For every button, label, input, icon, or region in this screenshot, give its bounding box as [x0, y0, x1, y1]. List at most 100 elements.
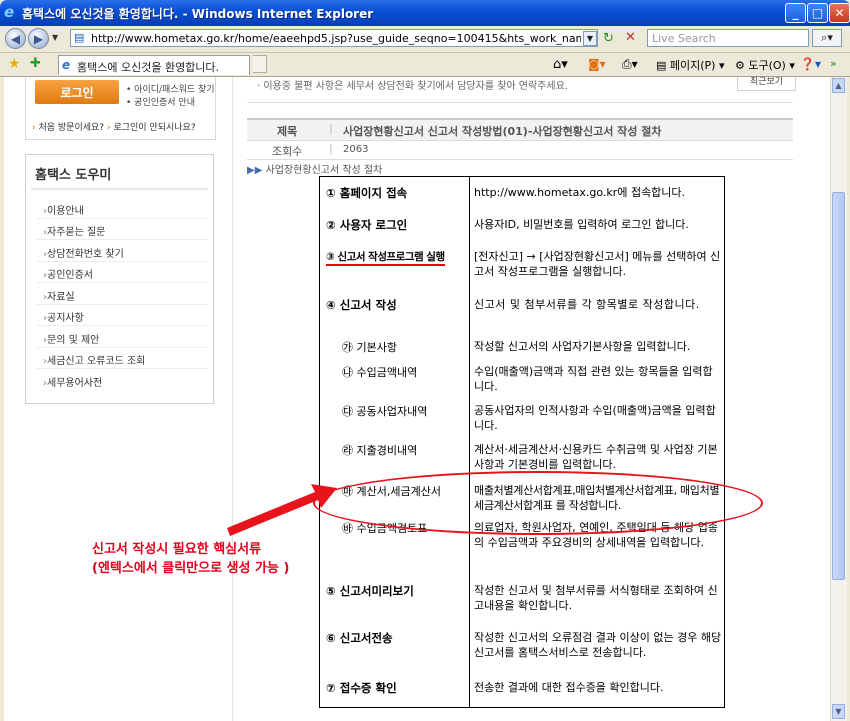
page-icon: ▤: [74, 31, 85, 44]
highlight-oval: [313, 471, 763, 535]
find-id-link[interactable]: • 아이디/패스워드 찾기: [126, 82, 215, 95]
substep-d-label: ㉱ 지출경비내역: [342, 444, 418, 457]
gear-icon: ⚙: [735, 59, 749, 72]
research-icon[interactable]: »: [830, 57, 837, 70]
tools-menu[interactable]: ⚙ 도구(O) ▾: [735, 57, 795, 73]
print-icon[interactable]: ⎙▾: [622, 57, 638, 72]
search-placeholder: Live Search: [652, 32, 716, 45]
substep-c-desc: 공동사업자의 인적사항과 수입(매출액)금액을 입력합니다.: [474, 404, 716, 432]
substep-b-desc: 수입(매출액)금액과 직접 관련 있는 항목들을 입력합니다.: [474, 365, 713, 393]
divider: [36, 261, 208, 262]
nav-notice[interactable]: 공지사항: [43, 309, 84, 324]
forward-arrow-icon[interactable]: ▶: [28, 28, 49, 49]
arrow-icon: ›: [106, 123, 111, 133]
substep-b-label: ㉯ 수입금액내역: [342, 366, 418, 379]
substep-a-desc: 작성할 신고서의 사업자기본사항을 입력합니다.: [474, 340, 691, 353]
step-6-desc: 작성한 신고서의 오류점검 결과 이상이 없는 경우 해당 신고서를 홈택스서비…: [474, 631, 722, 659]
post-title: 사업장현황신고서 신고서 작성방법(01)-사업장현황신고서 작성 절차: [343, 125, 662, 138]
scroll-up-icon[interactable]: ▲: [832, 78, 845, 93]
step-6-label: ⑥ 신고서전송: [326, 631, 393, 645]
divider: [36, 239, 208, 240]
divider: [31, 188, 208, 190]
divider: [36, 304, 208, 305]
step-3-label: ③ 신고서 작성프로그램 실행: [326, 249, 445, 266]
recent-view-button[interactable]: 최근보기: [737, 77, 796, 91]
address-dropdown-icon[interactable]: ▼: [583, 31, 597, 46]
help-icon[interactable]: ❓▾: [800, 57, 821, 71]
nav-library[interactable]: 자료실: [43, 288, 75, 303]
add-favorite-icon[interactable]: ✚: [30, 56, 41, 71]
separator: |: [329, 142, 333, 155]
view-count-row: 조회수 | 2063: [247, 141, 793, 160]
substep-d-desc: 계산서·세금계산서·신용카드 수취금액 및 사업장 기본사항과 기본경비를 입력…: [474, 443, 718, 471]
separator: |: [329, 122, 333, 135]
nav-phone-lookup[interactable]: 상담전화번호 찾기: [43, 245, 124, 260]
nav-certificate[interactable]: 공인인증서: [43, 266, 93, 281]
nav-glossary[interactable]: 세무용어사전: [43, 374, 102, 389]
annotation-line-2: (엔텍스에서 클릭만으로 생성 가능 ): [92, 561, 290, 576]
step-2-desc: 사용자ID, 비밀번호를 입력하여 로그인 합니다.: [474, 218, 689, 231]
certificate-guide-link[interactable]: • 공인인증서 안내: [126, 95, 195, 108]
step-7-label: ⑦ 접수증 확인: [326, 681, 397, 695]
tab-ie-icon: e: [62, 58, 71, 72]
page-menu[interactable]: ▤ 페이지(P) ▾: [656, 57, 725, 73]
address-bar[interactable]: ▤ http://www.hometax.go.kr/home/eaeehpd5…: [70, 29, 598, 47]
nav-inquiry[interactable]: 문의 및 제안: [43, 331, 99, 346]
scrollbar-thumb[interactable]: [832, 192, 845, 580]
feeds-icon[interactable]: ◙▾: [588, 57, 606, 71]
history-dropdown-icon[interactable]: ▼: [52, 33, 58, 42]
step-2-label: ② 사용자 로그인: [326, 218, 408, 232]
login-button[interactable]: 로그인: [35, 80, 119, 104]
red-arrow-icon: [227, 484, 337, 536]
help-menu-title: 홈택스 도우미: [35, 168, 112, 183]
maximize-button[interactable]: □: [807, 3, 828, 23]
refresh-icon[interactable]: ↻: [603, 31, 614, 46]
window-title-bar[interactable]: e 홈택스에 오신것을 환영합니다. - Windows Internet Ex…: [0, 0, 850, 26]
login-fail-link[interactable]: 로그인이 안되시나요?: [113, 123, 195, 133]
notice-text: · 이용중 불편 사항은 세무서 상담전화 찾기에서 담당자를 찾아 연락주세요…: [257, 81, 568, 92]
substep-c-label: ㉰ 공동사업자내역: [342, 405, 428, 418]
step-5-label: ⑤ 신고서미리보기: [326, 584, 414, 598]
tab-label: 홈택스에 오신것을 환영합니다.: [77, 61, 220, 74]
divider: [247, 118, 793, 120]
home-icon[interactable]: ⌂▾: [553, 57, 568, 72]
step-5-desc: 작성한 신고서 및 첨부서류를 서식형태로 조회하여 신고내용을 확인합니다.: [474, 584, 718, 612]
address-url: http://www.hometax.go.kr/home/eaeehpd5.j…: [91, 32, 581, 45]
close-button[interactable]: ✕: [829, 3, 850, 23]
divider: [36, 347, 208, 348]
nav-usage-guide[interactable]: 이용안내: [43, 202, 84, 217]
post-title-row: 제목 | 사업장현황신고서 신고서 작성방법(01)-사업장현황신고서 작성 절…: [247, 120, 793, 141]
browser-tab[interactable]: e 홈택스에 오신것을 환영합니다.: [58, 55, 250, 75]
login-label: 로그인: [60, 86, 94, 100]
ie-logo-icon: e: [4, 3, 15, 21]
divider: [247, 102, 793, 103]
favorites-star-icon[interactable]: ★: [8, 56, 21, 72]
minimize-button[interactable]: _: [785, 3, 806, 23]
step-4-label: ④ 신고서 작성: [326, 298, 397, 312]
step-1-label: ① 홈페이지 접속: [326, 186, 408, 200]
nav-faq[interactable]: 자주묻는 질문: [43, 223, 105, 238]
step-1-desc: http://www.hometax.go.kr에 접속합니다.: [474, 186, 686, 199]
search-icon[interactable]: ⌕▾: [812, 29, 842, 47]
nav-error-code[interactable]: 세금신고 오류코드 조회: [43, 352, 145, 367]
help-links: › 처음 방문이세요? › 로그인이 안되시나요?: [32, 120, 196, 133]
divider: [36, 368, 208, 369]
substep-a-label: ㉮ 기본사항: [342, 341, 397, 354]
view-count-label: 조회수: [272, 145, 303, 158]
step-4-desc: 신고서 및 첨부서류를 각 항목별로 작성합니다.: [474, 298, 700, 311]
step-3-desc: [전자신고] → [사업장현황신고서] 메뉴를 선택하여 신고서 작성프로그램을…: [474, 250, 721, 278]
window-title: 홈택스에 오신것을 환영합니다. - Windows Internet Expl…: [22, 7, 374, 21]
arrow-icon: ›: [32, 123, 36, 133]
back-arrow-icon[interactable]: ◀: [5, 28, 26, 49]
double-arrow-icon: ▶▶: [247, 165, 263, 176]
stop-icon[interactable]: ✕: [625, 30, 636, 45]
divider: [36, 282, 208, 283]
scroll-down-icon[interactable]: ▼: [832, 704, 845, 719]
step-7-desc: 전송한 결과에 대한 접수증을 확인합니다.: [474, 681, 664, 694]
breadcrumb: ▶▶ 사업장현황신고서 작성 절차: [247, 165, 383, 176]
divider: [36, 325, 208, 326]
page-menu-icon: ▤: [656, 59, 670, 72]
first-visit-link[interactable]: 처음 방문이세요?: [38, 123, 104, 133]
live-search-input[interactable]: Live Search: [647, 29, 809, 47]
new-tab-button[interactable]: [253, 55, 267, 73]
